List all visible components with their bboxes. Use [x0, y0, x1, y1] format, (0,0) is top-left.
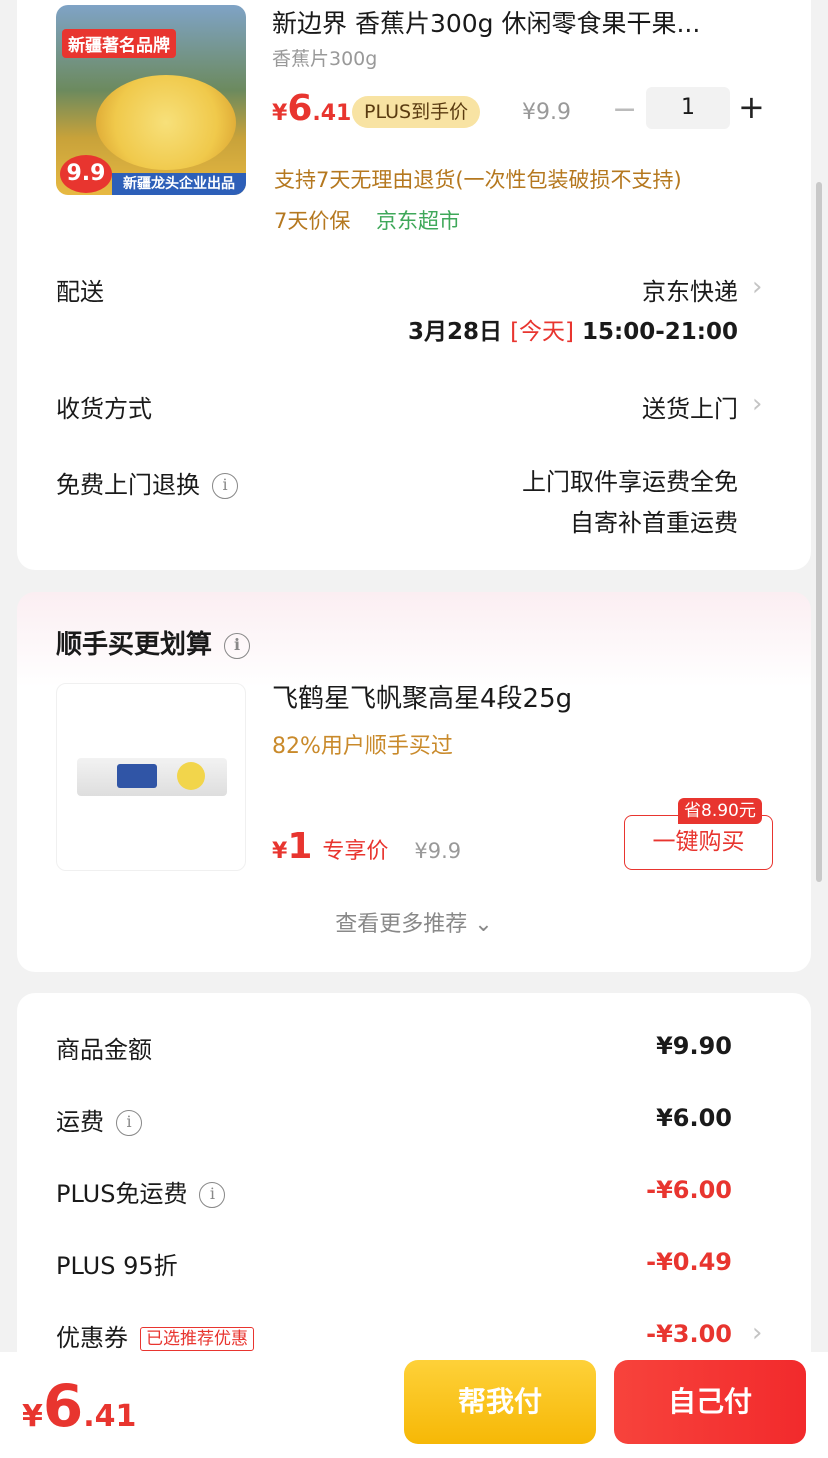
- summary-value-shipping: ¥6.00: [656, 1104, 732, 1132]
- summary-label-plus95: PLUS 95折: [56, 1252, 178, 1280]
- plus-freeship-text: PLUS免运费: [56, 1180, 188, 1208]
- total-symbol: ¥: [22, 1399, 43, 1434]
- banana-jar-image: [96, 75, 236, 170]
- summary-value-goods: ¥9.90: [656, 1032, 732, 1060]
- recommend-title: 顺手买更划算 i: [56, 624, 251, 661]
- rec-price-symbol: ¥: [272, 839, 288, 864]
- self-pay-button[interactable]: 自己付: [614, 1360, 806, 1444]
- rec-orig-price: ¥9.9: [414, 839, 462, 863]
- today-tag: [今天]: [510, 319, 575, 345]
- free-return-text: 免费上门退换: [56, 471, 200, 499]
- minus-icon[interactable]: −: [612, 92, 637, 127]
- more-recommend-link[interactable]: 查看更多推荐 ⌄: [0, 906, 828, 938]
- more-text: 查看更多推荐: [335, 912, 468, 937]
- free-return-label: 免费上门退换 i: [56, 465, 238, 500]
- chevron-right-icon[interactable]: ›: [752, 1318, 762, 1348]
- total-int: 6: [42, 1372, 84, 1440]
- plus-price-tag: PLUS到手价: [352, 96, 481, 128]
- chevron-down-icon: ⌄: [474, 912, 493, 937]
- recommend-thumbnail[interactable]: [56, 683, 246, 871]
- original-price: ¥9.9: [522, 100, 571, 125]
- free-return-line2: 自寄补首重运费: [570, 509, 738, 537]
- rec-price-tag: 专享价: [322, 839, 389, 864]
- receive-label: 收货方式: [56, 395, 152, 423]
- product-spec[interactable]: 香蕉片300g: [272, 44, 377, 71]
- summary-value-plus-freeship: -¥6.00: [646, 1176, 732, 1204]
- receive-value[interactable]: 送货上门: [642, 389, 738, 424]
- scrollbar[interactable]: [816, 182, 822, 882]
- product-mascot-shape: [177, 762, 205, 790]
- plus-icon[interactable]: +: [738, 88, 765, 126]
- delivery-date: 3月28日: [408, 319, 503, 345]
- delivery-label: 配送: [56, 278, 104, 306]
- thumb-price-badge: 9.9: [60, 155, 112, 193]
- product-logo-shape: [117, 764, 157, 788]
- rec-price-value: 1: [287, 826, 313, 867]
- recommend-title-text: 顺手买更划算: [56, 630, 213, 660]
- thumb-tag: 新疆著名品牌: [62, 29, 176, 58]
- free-return-line1: 上门取件享运费全免: [522, 468, 738, 496]
- summary-value-plus95: -¥0.49: [646, 1248, 732, 1276]
- product-title[interactable]: 新边界 香蕉片300g 休闲零食果干果...: [272, 4, 762, 40]
- product-thumbnail[interactable]: 新疆著名品牌 9.9 新疆龙头企业出品: [56, 5, 246, 195]
- price-protect-label: 7天价保: [274, 209, 351, 233]
- recommend-price: ¥ 1 专享价 ¥9.9: [272, 826, 461, 867]
- thumb-bottom-tag: 新疆龙头企业出品: [112, 173, 246, 195]
- price-symbol: ¥: [272, 101, 288, 126]
- quantity-input[interactable]: 1: [646, 87, 730, 129]
- summary-value-coupon[interactable]: -¥3.00: [646, 1320, 732, 1348]
- return-notice: 支持7天无理由退货(一次性包装破损不支持): [274, 168, 682, 192]
- help-pay-button[interactable]: 帮我付: [404, 1360, 596, 1444]
- coupon-text: 优惠券: [56, 1324, 128, 1352]
- delivery-value[interactable]: 京东快递: [642, 272, 738, 307]
- price-dec: .41: [312, 101, 352, 126]
- total-dec: .41: [83, 1399, 137, 1434]
- recommend-name[interactable]: 飞鹤星飞帆聚高星4段25g: [272, 678, 572, 715]
- store-label: 京东超市: [376, 209, 460, 233]
- info-icon[interactable]: i: [116, 1110, 142, 1136]
- summary-label-goods: 商品金额: [56, 1036, 152, 1064]
- recommend-pct: 82%用户顺手买过: [272, 734, 453, 759]
- price-int: 6: [287, 88, 313, 129]
- info-icon[interactable]: i: [199, 1182, 226, 1208]
- chevron-right-icon[interactable]: ›: [752, 389, 762, 419]
- shipping-text: 运费: [56, 1108, 104, 1136]
- delivery-time[interactable]: 3月28日 [今天] 15:00-21:00: [408, 312, 738, 346]
- summary-label-shipping: 运费 i: [56, 1102, 142, 1137]
- delivery-window: 15:00-21:00: [582, 319, 738, 345]
- summary-label-coupon[interactable]: 优惠券 已选推荐优惠: [56, 1318, 254, 1353]
- info-icon[interactable]: i: [212, 473, 238, 499]
- info-icon[interactable]: i: [224, 632, 251, 659]
- total-price: ¥ 6 .41: [22, 1372, 136, 1440]
- save-badge: 省8.90元: [678, 798, 762, 824]
- chevron-right-icon[interactable]: ›: [752, 272, 762, 302]
- product-price: ¥ 6 .41: [272, 88, 351, 132]
- summary-label-plus-freeship: PLUS免运费 i: [56, 1174, 226, 1209]
- coupon-tag: 已选推荐优惠: [140, 1327, 254, 1351]
